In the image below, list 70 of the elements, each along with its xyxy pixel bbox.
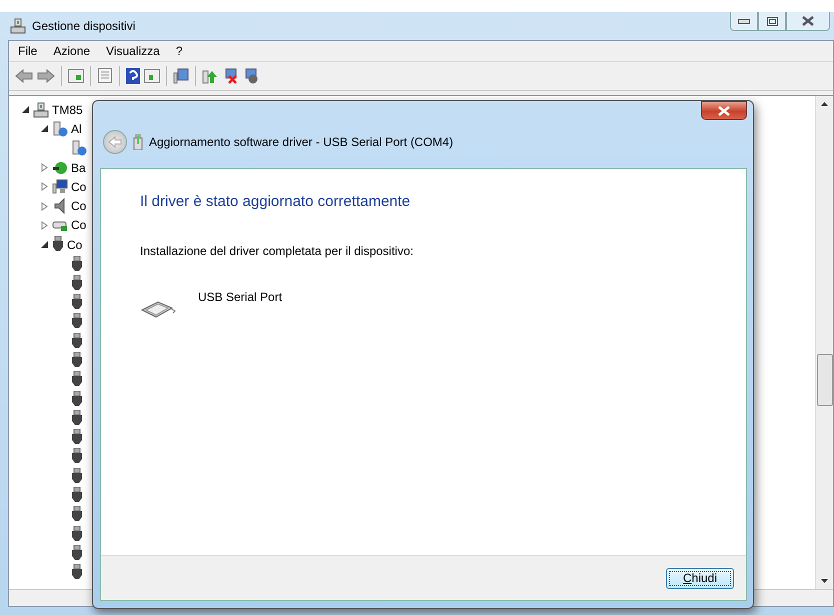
tree-item[interactable]: Al	[71, 122, 82, 136]
monitor-icon	[52, 178, 68, 195]
collapsed-arrow-icon[interactable]	[40, 202, 49, 211]
plug-icon	[71, 313, 83, 330]
plug-icon	[71, 544, 83, 562]
plug-icon	[71, 429, 83, 446]
close-button[interactable]	[701, 101, 747, 120]
back-arrow-icon[interactable]	[15, 69, 33, 83]
expanded-arrow-icon[interactable]	[21, 105, 30, 114]
success-heading: Il driver è stato aggiornato correttamente	[140, 193, 412, 210]
menu-item[interactable]: ?	[168, 42, 190, 60]
plug-icon	[71, 506, 83, 524]
plug-icon	[71, 487, 83, 504]
plug-icon	[52, 160, 68, 176]
maximize-button[interactable]	[758, 12, 786, 31]
expanded-arrow-icon[interactable]	[40, 124, 49, 134]
plug-icon	[71, 410, 83, 427]
plug-icon	[52, 236, 64, 254]
plug-icon	[71, 371, 83, 388]
question-device-icon	[52, 120, 68, 137]
scroll-down-arrow-icon[interactable]	[821, 579, 828, 583]
menu-item[interactable]: Azione	[46, 42, 98, 60]
close-button[interactable]	[786, 12, 830, 31]
plug-icon	[71, 468, 83, 485]
menu-item[interactable]: File	[11, 42, 44, 60]
tree-item[interactable]: Co	[71, 218, 86, 232]
minimize-button[interactable]	[730, 12, 758, 31]
properties-icon[interactable]	[97, 68, 113, 84]
plug-icon	[71, 448, 83, 466]
minimize-icon	[738, 18, 750, 24]
plug-icon	[71, 294, 83, 312]
menu-item[interactable]: Visualizza	[99, 42, 167, 60]
back-arrow-icon	[108, 136, 122, 148]
tree-item[interactable]: Co	[71, 180, 86, 194]
usb-plug-icon	[133, 134, 143, 150]
forward-arrow-icon[interactable]	[37, 69, 55, 83]
scroll-up-arrow-icon[interactable]	[821, 102, 828, 106]
update-driver-icon[interactable]	[202, 68, 218, 84]
scrollbar-thumb[interactable]	[817, 354, 833, 406]
close-button[interactable]: Chiudi	[666, 568, 734, 588]
help-icon[interactable]	[126, 68, 140, 84]
tree-item[interactable]: Co	[67, 238, 82, 252]
tree-item[interactable]: TM85	[52, 102, 83, 117]
question-device-icon	[71, 140, 87, 156]
collapsed-arrow-icon[interactable]	[40, 163, 49, 172]
collapsed-arrow-icon[interactable]	[40, 182, 49, 192]
tree-item[interactable]: Co	[71, 199, 86, 214]
plug-icon	[71, 256, 83, 273]
plug-icon	[71, 390, 83, 408]
scrollbar[interactable]	[815, 96, 833, 589]
collapsed-arrow-icon[interactable]	[40, 220, 49, 230]
plug-icon	[71, 352, 83, 369]
window-title: Gestione dispositivi	[32, 19, 136, 33]
plug-icon	[71, 274, 83, 292]
tree-item[interactable]: Ba	[71, 160, 86, 175]
close-icon	[717, 106, 731, 116]
device-name: USB Serial Port	[198, 290, 282, 306]
scan-hardware-icon[interactable]	[173, 68, 189, 84]
message-text: Installazione del driver completata per il dispositivo:	[140, 244, 414, 258]
close-icon	[802, 16, 814, 26]
dialog-title: Aggiornamento software driver - USB Serial Port (COM4)	[149, 134, 454, 148]
plug-icon	[71, 526, 83, 543]
plug-icon	[71, 332, 83, 350]
plug-icon	[71, 564, 83, 582]
panel-icon[interactable]	[144, 69, 160, 83]
panel-icon[interactable]	[68, 69, 84, 83]
computer-icon	[33, 102, 49, 118]
maximize-icon	[766, 16, 778, 26]
expanded-arrow-icon[interactable]	[40, 240, 49, 250]
computer-icon	[10, 18, 26, 34]
